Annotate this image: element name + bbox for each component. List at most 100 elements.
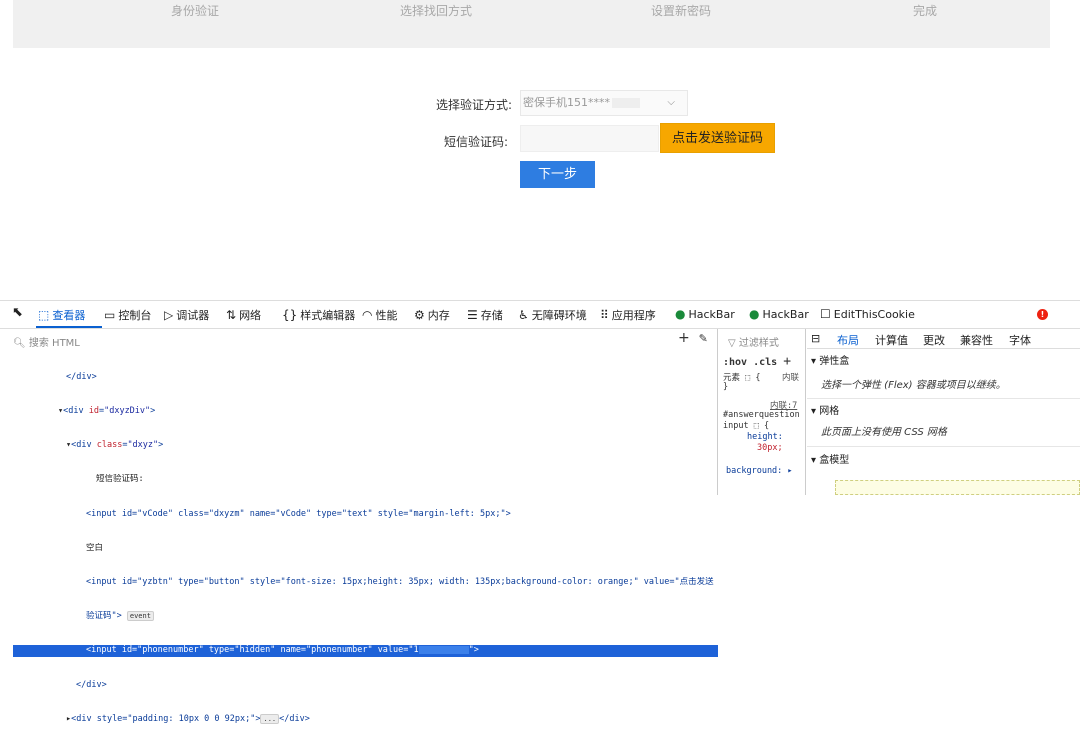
- devtools-panel: ⬉ ⬚ 查看器 ▭ 控制台 ▷ 调试器 ⇅ 网络 {} 样式编辑器 ◠ 性能 ⚙ 内存 ☰ 存储…: [0, 300, 1080, 724]
- console-icon: ▭: [104, 308, 116, 322]
- markup-tree: </div> ▾<div id="dxyzDiv"> ▾<div class="…: [0, 349, 718, 748]
- flexbox-hint: 选择一个弹性 (Flex) 容器或项目以继续。: [821, 380, 1006, 391]
- tree-text: </div>: [66, 371, 97, 382]
- event-badge[interactable]: event: [126, 611, 154, 622]
- boxmodel-title: 盒模型: [819, 455, 850, 466]
- tree-line[interactable]: </div>: [0, 680, 718, 691]
- active-tab-indicator: [36, 326, 102, 328]
- tree-line-selected[interactable]: <input id="phonenumber" type="hidden" na…: [13, 645, 718, 657]
- tree-line[interactable]: <input id="vCode" class="dxyzm" name="vC…: [0, 509, 718, 520]
- tab-inspector[interactable]: ⬚ 查看器: [38, 307, 85, 323]
- tree-line[interactable]: </div>: [0, 372, 718, 383]
- tab-label: 网络: [239, 309, 262, 322]
- tab-hackbar-2[interactable]: ● HackBar: [749, 307, 809, 321]
- html-search[interactable]: 🔍︎ 搜索 HTML: [13, 334, 80, 349]
- flexbox-title: 弹性盒: [819, 356, 850, 367]
- grid-header[interactable]: ▾ 网格: [811, 402, 839, 417]
- tree-line[interactable]: 验证码"> event: [0, 611, 718, 622]
- error-icon[interactable]: !: [1037, 309, 1048, 320]
- tab-label: 调试器: [176, 309, 210, 322]
- tree-line[interactable]: 空白: [0, 543, 718, 554]
- tree-text: >: [150, 406, 156, 417]
- tree-text: 短信验证码:: [96, 474, 144, 485]
- tab-label: 控制台: [118, 309, 152, 322]
- boxmodel-header[interactable]: ▾ 盒模型: [811, 451, 849, 466]
- grid-title: 网格: [819, 406, 840, 417]
- tab-label: HackBar: [762, 308, 809, 321]
- tab-application[interactable]: ⠿ 应用程序: [600, 307, 656, 323]
- memory-icon: ⚙: [414, 308, 425, 322]
- tab-editthiscookie[interactable]: ☐ EditThisCookie: [820, 307, 915, 321]
- filter-styles-input[interactable]: ▽ 过滤样式: [728, 334, 779, 349]
- grid-hint: 此页面上没有使用 CSS 网格: [821, 427, 947, 438]
- tree-text: <div: [71, 440, 97, 451]
- flexbox-header[interactable]: ▾ 弹性盒: [811, 352, 849, 367]
- debugger-icon: ▷: [164, 308, 174, 322]
- method-select[interactable]: 密保手机151**** ⌵: [520, 90, 688, 116]
- redacted-value: [418, 645, 469, 654]
- checkbox-icon: ☐: [820, 307, 831, 321]
- next-button[interactable]: 下一步: [520, 161, 595, 188]
- sms-label: 短信验证码:: [443, 135, 508, 149]
- layout-tabs: ⊟ 布局 计算值 更改 兼容性 字体: [807, 329, 1080, 349]
- grid-icon: ⠿: [600, 308, 609, 322]
- tree-line[interactable]: 短信验证码:: [0, 474, 718, 485]
- tab-memory[interactable]: ⚙ 内存: [414, 307, 450, 323]
- tab-performance[interactable]: ◠ 性能: [362, 307, 397, 323]
- tab-storage[interactable]: ☰ 存储: [467, 307, 503, 323]
- pseudo-toggles[interactable]: :hov .cls +: [723, 354, 791, 369]
- tab-changes[interactable]: 更改: [923, 332, 945, 348]
- storage-icon: ☰: [467, 308, 478, 322]
- tab-debugger[interactable]: ▷ 调试器: [164, 307, 209, 323]
- add-node-icon[interactable]: +: [678, 330, 690, 346]
- sidebar-toggle-icon[interactable]: ⊟: [811, 332, 820, 345]
- tree-text: <input id="phonenumber" type="hidden" na…: [86, 645, 419, 656]
- tree-attr: class: [96, 440, 123, 451]
- tree-line[interactable]: ▾<div id="dxyzDiv">: [0, 406, 718, 417]
- tab-network[interactable]: ⇅ 网络: [226, 307, 261, 323]
- layout-pane: ⊟ 布局 计算值 更改 兼容性 字体 ▾ 弹性盒 选择一个弹性 (Flex) 容…: [807, 329, 1080, 495]
- boxmodel-diagram: [835, 480, 1080, 495]
- gauge-icon: ◠: [362, 308, 373, 322]
- tree-attr: id: [88, 406, 99, 417]
- add-rule-icon[interactable]: +: [783, 354, 791, 369]
- tree-line[interactable]: ▸<div style="padding: 10px 0 0 92px;">..…: [0, 713, 718, 725]
- tab-compat[interactable]: 兼容性: [960, 332, 993, 348]
- tree-line[interactable]: ▾<div class="dxyz">: [0, 440, 718, 451]
- tab-label: 内存: [427, 309, 450, 322]
- tab-label: 存储: [480, 309, 503, 322]
- step-new-password: 设置新密码: [651, 4, 712, 18]
- hackbar-icon: ●: [749, 307, 760, 321]
- inspector-icon: ⬚: [38, 308, 50, 322]
- tree-text: ">: [468, 645, 479, 656]
- tab-style-editor[interactable]: {} 样式编辑器: [282, 307, 355, 323]
- tab-hackbar-1[interactable]: ● HackBar: [675, 307, 735, 321]
- method-select-value: 密保手机151****: [523, 96, 610, 109]
- send-code-button[interactable]: 点击发送验证码: [660, 123, 775, 153]
- collapsed-badge[interactable]: ...: [260, 713, 280, 724]
- tree-text: <input id="yzbtn" type="button" style="f…: [86, 577, 714, 588]
- filter-placeholder: 过滤样式: [738, 338, 779, 349]
- tree-text: </div>: [279, 713, 310, 724]
- prop-height-value[interactable]: 30px;: [757, 443, 783, 453]
- tree-text: <input id="vCode" class="dxyzm" name="vC…: [86, 508, 511, 519]
- tab-computed[interactable]: 计算值: [875, 332, 908, 348]
- tab-layout[interactable]: 布局: [837, 332, 859, 348]
- tree-text: <div: [63, 406, 89, 417]
- method-label: 选择验证方式:: [435, 98, 512, 112]
- sms-code-input[interactable]: [520, 125, 659, 152]
- eyedropper-icon[interactable]: ✎: [699, 332, 708, 345]
- braces-icon: {}: [282, 308, 298, 322]
- tree-line[interactable]: <input id="yzbtn" type="button" style="f…: [0, 577, 718, 588]
- rule-close: }: [723, 382, 729, 392]
- tree-val: "dxyz": [127, 440, 159, 451]
- tab-fonts[interactable]: 字体: [1009, 332, 1031, 348]
- tab-label: 无障碍环境: [531, 309, 587, 322]
- tab-console[interactable]: ▭ 控制台: [104, 307, 151, 323]
- prop-background[interactable]: background: ▸: [726, 466, 793, 476]
- pick-element-icon[interactable]: ⬉: [12, 305, 23, 320]
- hov-cls-label: :hov .cls: [723, 357, 778, 368]
- prop-height[interactable]: height:: [747, 432, 783, 442]
- tab-label: 样式编辑器: [300, 309, 356, 322]
- tab-accessibility[interactable]: ♿ 无障碍环境: [518, 307, 587, 323]
